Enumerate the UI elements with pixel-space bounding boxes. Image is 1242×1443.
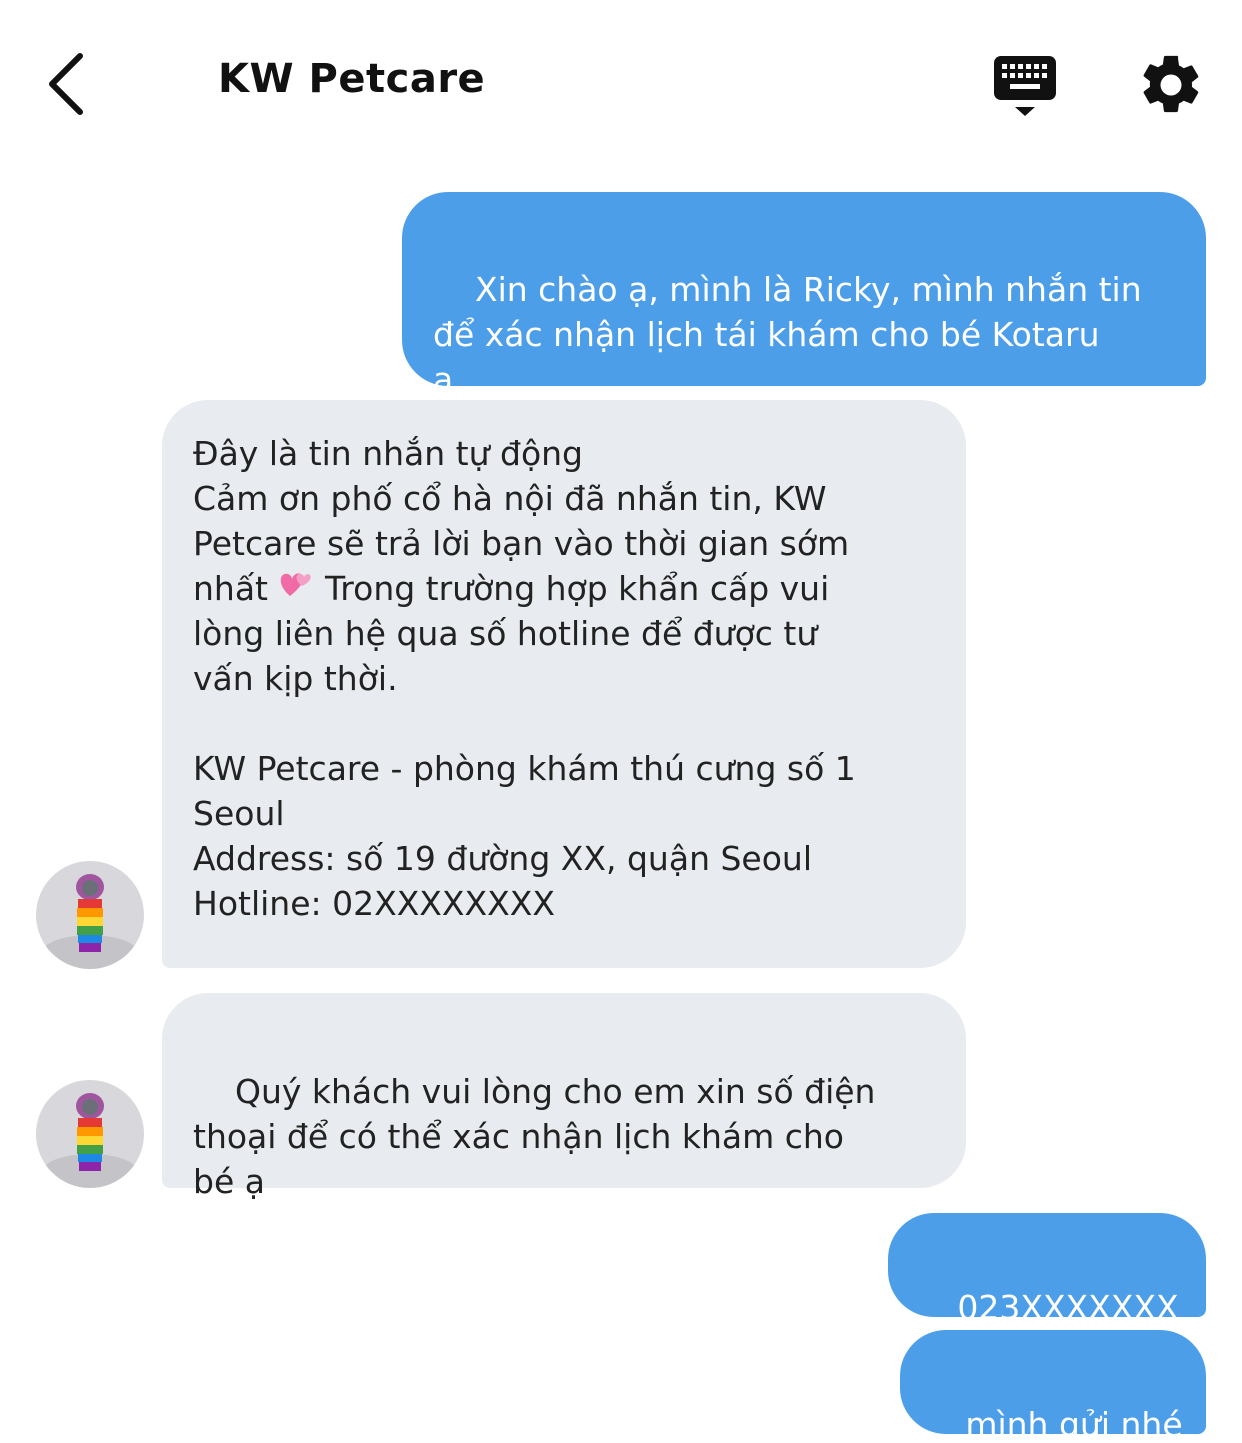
keyboard-button[interactable] (990, 52, 1062, 120)
message-bubble-outgoing[interactable]: mình gửi nhé (900, 1330, 1206, 1443)
message-text: mình gửi nhé (965, 1405, 1183, 1443)
message-bubble-outgoing[interactable]: Xin chào ạ, mình là Ricky, mình nhắn tin… (402, 192, 1206, 399)
message-bubble-incoming[interactable]: Quý khách vui lòng cho em xin số điện th… (162, 993, 966, 1201)
chevron-left-icon (49, 53, 83, 115)
keyboard-icon (994, 56, 1056, 116)
chat-header: KW Petcare (0, 0, 1242, 170)
page-title: KW Petcare (218, 56, 486, 102)
two-hearts-emoji-icon (278, 566, 314, 611)
message-text: Trong trường hợp khẩn cấp vui lòng liên … (193, 569, 856, 923)
gear-icon (1143, 55, 1199, 113)
message-bubble-incoming[interactable]: Đây là tin nhắn tự động Cảm ơn phố cổ hà… (162, 400, 966, 968)
message-text: Xin chào ạ, mình là Ricky, mình nhắn tin… (433, 270, 1142, 399)
avatar[interactable] (36, 1080, 144, 1188)
avatar[interactable] (36, 861, 144, 969)
message-text: Quý khách vui lòng cho em xin số điện th… (193, 1072, 876, 1201)
message-text: 023XXXXXXX (957, 1288, 1179, 1327)
message-bubble-outgoing[interactable]: 023XXXXXXX (888, 1213, 1206, 1327)
back-button[interactable] (30, 40, 110, 128)
chat-screen: KW Petcare Xin chào ạ, mình là Ricky, mì… (0, 0, 1242, 1443)
settings-button[interactable] (1136, 50, 1206, 120)
